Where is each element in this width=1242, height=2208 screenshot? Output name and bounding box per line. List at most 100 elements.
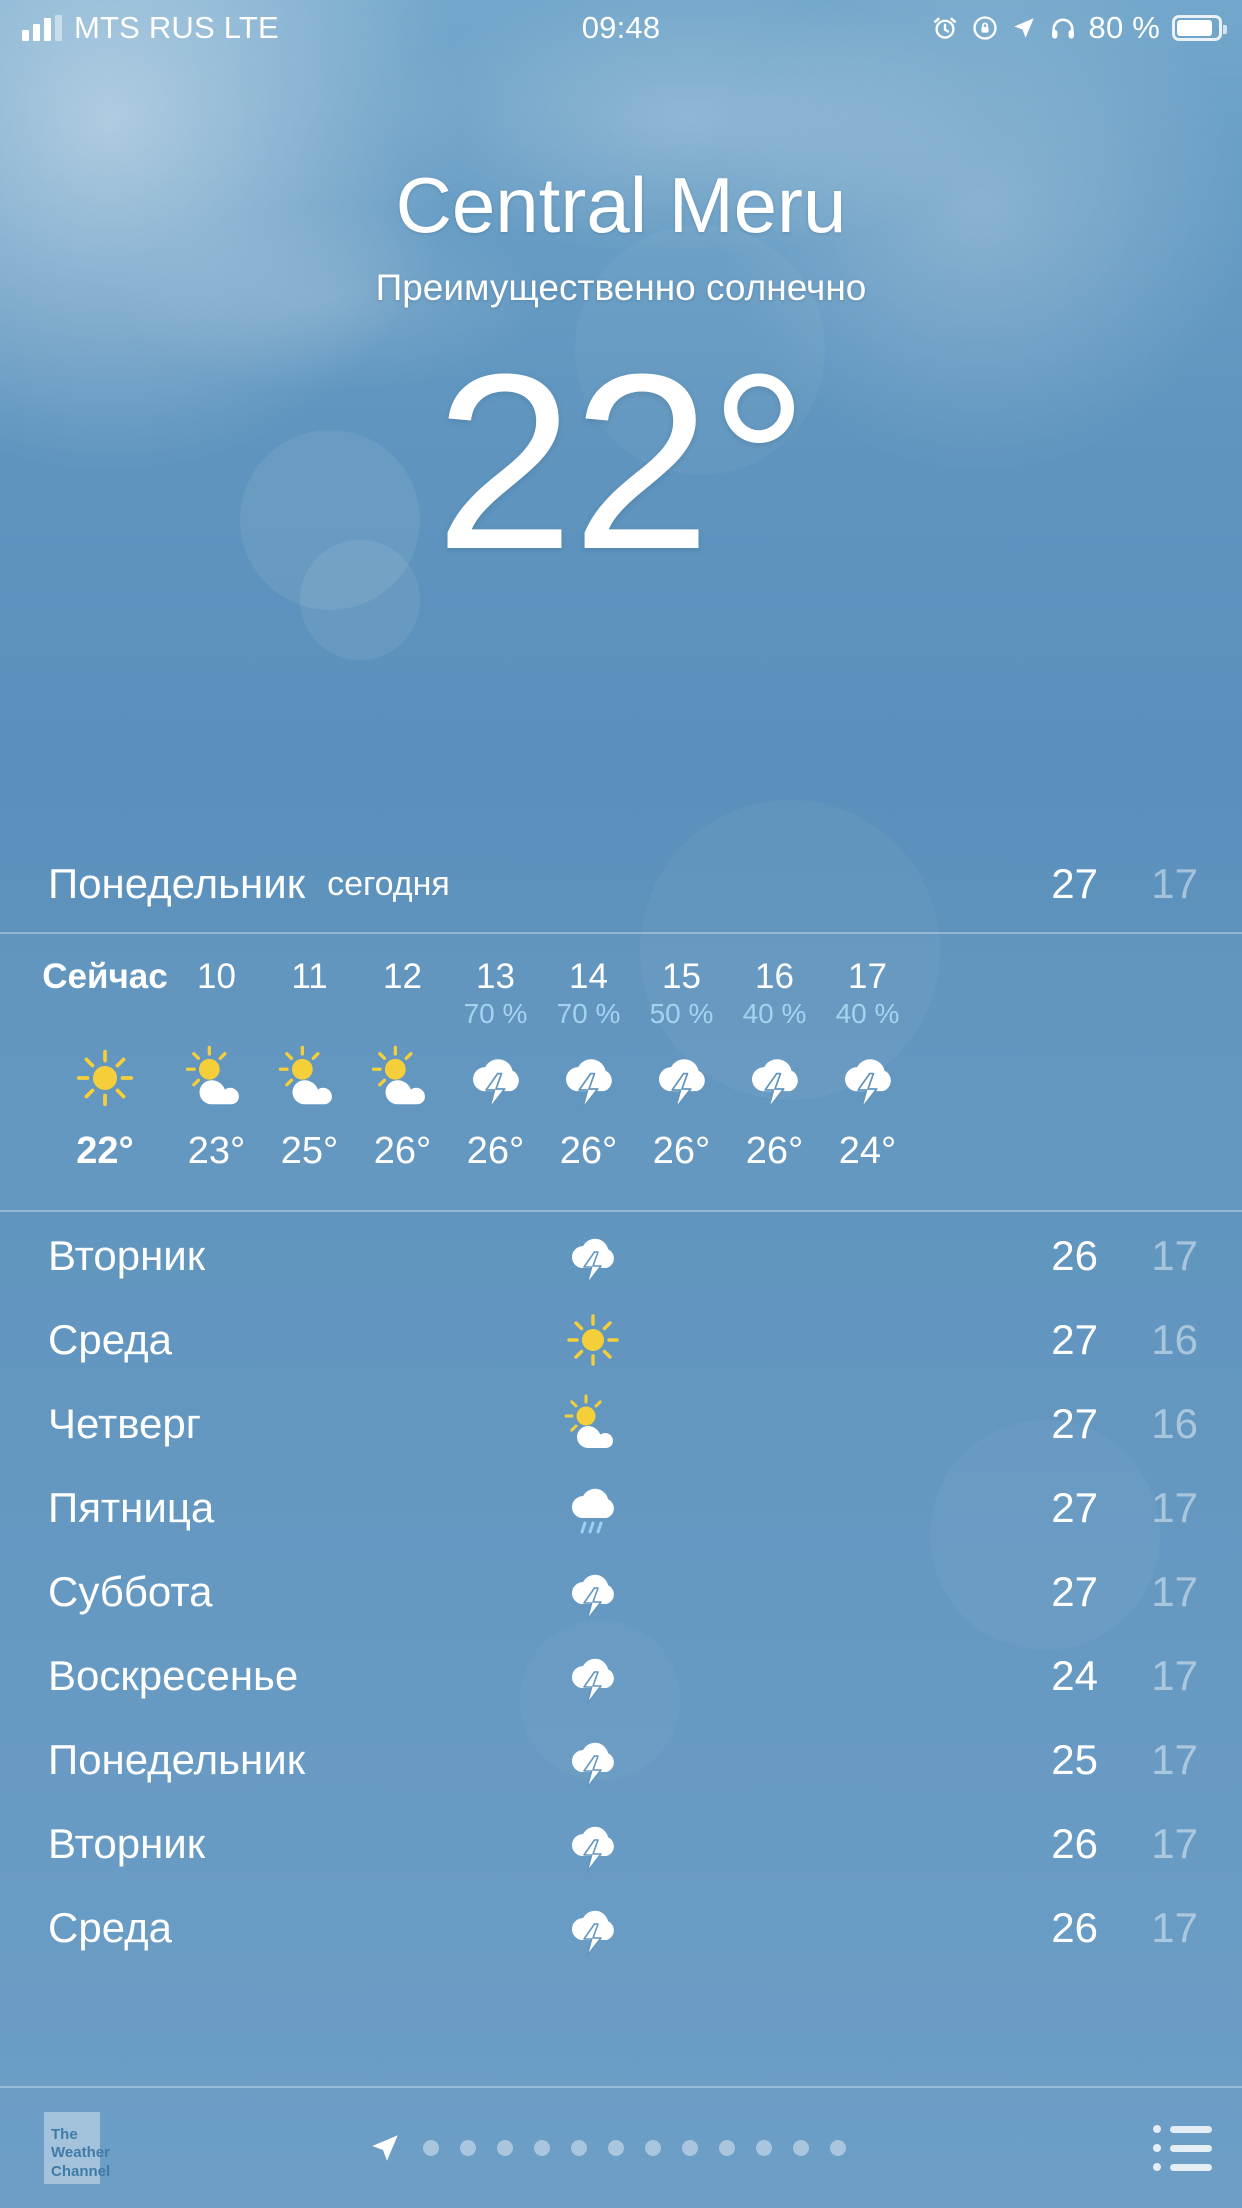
daily-low-temp: 16: [1151, 1316, 1198, 1363]
daily-day-name: Среда: [48, 1904, 172, 1951]
thunderstorm-icon: [571, 1658, 614, 1705]
current-conditions: Central Meru Преимущественно солнечно 22…: [0, 56, 1242, 587]
daily-high-temp: 24: [1051, 1652, 1098, 1699]
current-temperature: 22°: [434, 322, 809, 601]
table-row[interactable]: Понедельник 25 17: [0, 1718, 1242, 1802]
hourly-time-label: 13: [476, 957, 515, 996]
bottom-bar: The Weather Channel: [0, 2086, 1242, 2208]
daily-icon-wrap: [518, 1560, 668, 1624]
page-title: Central Meru: [395, 161, 847, 249]
headphones-icon: [1051, 18, 1074, 39]
table-row[interactable]: Суббота 27 17: [0, 1550, 1242, 1634]
daily-high-temp: 27: [1051, 1568, 1098, 1615]
daily-low-temp: 17: [1151, 1904, 1198, 1951]
table-row[interactable]: Пятница 27 17: [0, 1466, 1242, 1550]
table-row[interactable]: Четверг 27 16: [0, 1382, 1242, 1466]
daily-high-temp: 26: [1051, 1904, 1098, 1951]
page-dot[interactable]: [829, 2140, 846, 2156]
hourly-temp: 26°: [559, 1129, 618, 1172]
hourly-temp: 24°: [838, 1129, 897, 1172]
table-row[interactable]: Воскресенье 24 17: [0, 1634, 1242, 1718]
list-icon[interactable]: [1153, 2125, 1212, 2171]
condition-label: Преимущественно солнечно: [375, 267, 867, 308]
table-row[interactable]: Среда 27 16: [0, 1298, 1242, 1382]
daily-day-name: Среда: [48, 1316, 172, 1363]
page-dot[interactable]: [792, 2140, 809, 2156]
weather-channel-logo[interactable]: The Weather Channel: [44, 2112, 110, 2184]
table-row[interactable]: Вторник 26 17: [0, 1214, 1242, 1298]
page-dot[interactable]: [644, 2140, 661, 2156]
sun-cloud-icon: [371, 1045, 425, 1105]
hourly-temp: 26°: [745, 1129, 804, 1172]
daily-high-temp: 26: [1051, 1820, 1098, 1867]
battery-percent-label: 80 %: [1088, 10, 1160, 45]
hourly-item: 10 23°: [170, 934, 263, 1210]
hourly-item: 13 70 % 26°: [449, 934, 542, 1210]
hourly-time-label: Сейчас: [42, 957, 168, 996]
page-dot[interactable]: [755, 2140, 772, 2156]
hourly-time-label: 15: [662, 957, 701, 996]
daily-icon-wrap: [518, 1728, 668, 1792]
daily-high-temp: 26: [1051, 1232, 1098, 1279]
hourly-item: 11 25°: [263, 934, 356, 1210]
thunderstorm-icon: [472, 1059, 519, 1110]
hourly-time-label: 16: [755, 957, 794, 996]
rain-icon: [571, 1488, 614, 1534]
daily-icon-wrap: [518, 1392, 668, 1456]
today-summary-row[interactable]: Понедельник сегодня 27 17: [0, 836, 1242, 932]
thunderstorm-icon: [658, 1059, 705, 1110]
thunderstorm-icon: [571, 1910, 614, 1957]
daily-day-name: Пятница: [48, 1484, 215, 1531]
page-dot[interactable]: [533, 2140, 550, 2156]
daily-low-temp: 17: [1151, 1652, 1198, 1699]
location-arrow-icon[interactable]: [368, 2131, 402, 2165]
page-indicator[interactable]: [100, 2131, 1113, 2165]
hourly-icon-wrap: [368, 1040, 438, 1116]
daily-day-name: Четверг: [48, 1400, 202, 1447]
hourly-item: 16 40 % 26°: [728, 934, 821, 1210]
daily-day-name: Воскресенье: [48, 1652, 299, 1699]
hourly-icon-wrap: [275, 1040, 345, 1116]
sun-cloud-icon: [185, 1045, 239, 1105]
page-dot[interactable]: [718, 2140, 735, 2156]
hourly-icon-wrap: [740, 1040, 810, 1116]
page-dot[interactable]: [681, 2140, 698, 2156]
hourly-time-label: 14: [569, 957, 608, 996]
page-dot[interactable]: [607, 2140, 624, 2156]
page-dot[interactable]: [422, 2140, 439, 2156]
hourly-precip-chance: [213, 998, 221, 1030]
list-row: [1153, 2144, 1212, 2152]
hourly-item: Сейчас 22°: [40, 934, 170, 1210]
hourly-icon-wrap: [182, 1040, 252, 1116]
hourly-time-label: 11: [291, 957, 328, 996]
page-dot[interactable]: [496, 2140, 513, 2156]
hourly-forecast-strip[interactable]: Сейчас 22° 10 23° 11 25° 12 26° 13 70 % 26° 14 7…: [0, 932, 1242, 1212]
hourly-temp: 26°: [373, 1129, 432, 1172]
hourly-icon-wrap: [70, 1040, 140, 1116]
daily-low-temp: 17: [1151, 1736, 1198, 1783]
today-day-name: Понедельник: [48, 860, 306, 907]
daily-forecast-list: Вторник 26 17 Среда 27 16 Четверг 27 16 Пятница 27…: [0, 1214, 1242, 1970]
table-row[interactable]: Среда 26 17: [0, 1886, 1242, 1970]
hourly-precip-chance: [399, 998, 407, 1030]
daily-low-temp: 17: [1151, 1568, 1198, 1615]
page-dot[interactable]: [459, 2140, 476, 2156]
hourly-temp: 26°: [466, 1129, 525, 1172]
sun-icon: [567, 1314, 619, 1366]
page-dot[interactable]: [570, 2140, 587, 2156]
hourly-precip-chance: 70 %: [556, 997, 621, 1029]
daily-icon-wrap: [518, 1476, 668, 1540]
hourly-icon-wrap: [554, 1040, 624, 1116]
daily-day-name: Понедельник: [48, 1736, 306, 1783]
daily-high-temp: 27: [1051, 1484, 1098, 1531]
hourly-precip-chance: 70 %: [463, 997, 528, 1029]
hourly-icon-wrap: [647, 1040, 717, 1116]
sun-icon: [76, 1049, 134, 1107]
weather-app-screen: MTS RUS LTE 09:48 80 % Central Meru Преи…: [0, 0, 1242, 2208]
hourly-time-label: 10: [197, 957, 236, 996]
table-row[interactable]: Вторник 26 17: [0, 1802, 1242, 1886]
rotation-lock-icon: [972, 16, 997, 40]
hourly-icon-wrap: [461, 1040, 531, 1116]
thunderstorm-icon: [565, 1059, 612, 1110]
list-row: [1153, 2163, 1212, 2171]
